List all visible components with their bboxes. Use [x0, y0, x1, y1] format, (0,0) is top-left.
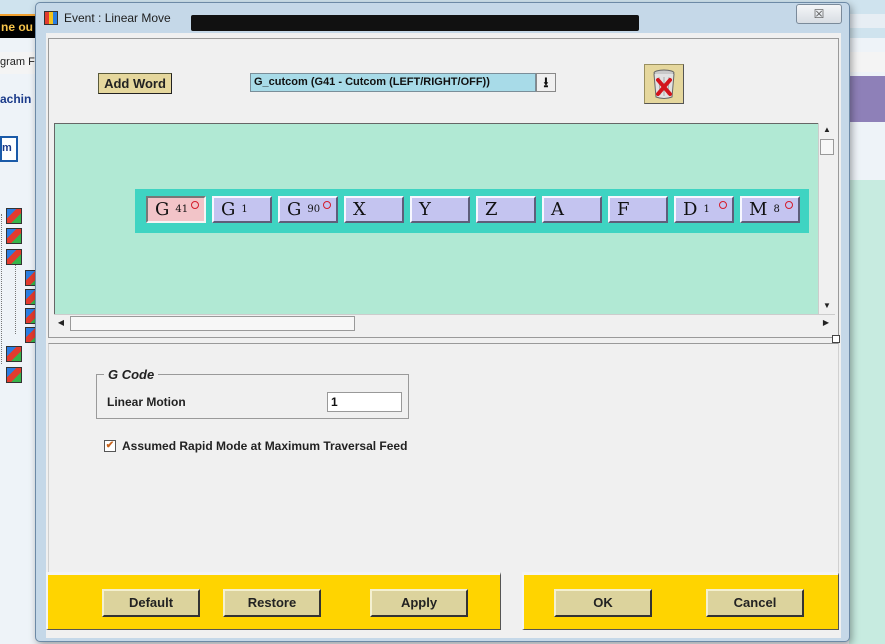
dialog-titlebar[interactable]: Event : Linear Move ☒ [36, 3, 849, 33]
tree-node-icon[interactable] [6, 346, 22, 362]
word-value: 90 [307, 204, 321, 215]
tree-node-icon[interactable] [6, 208, 22, 224]
word-letter: X [353, 199, 366, 220]
left-button-bar: Default Restore Apply [46, 572, 501, 630]
modal-indicator-icon [323, 201, 331, 209]
cancel-button[interactable]: Cancel [706, 589, 804, 617]
dialog-title: Event : Linear Move [64, 11, 171, 25]
word-letter: G [221, 199, 236, 220]
scroll-down-icon[interactable]: ▼ [819, 299, 835, 313]
background-menu: gram F [0, 52, 36, 74]
add-word-button[interactable]: Add Word [98, 73, 172, 94]
word-select[interactable]: G_cutcom (G41 - Cutcom (LEFT/RIGHT/OFF)) [250, 73, 536, 92]
redacted-title-area [191, 15, 639, 31]
word-tile[interactable]: G 90 [278, 196, 338, 223]
word-letter: G [155, 199, 170, 220]
vertical-scrollbar[interactable]: ▲ ▼ [818, 123, 835, 314]
vertical-scroll-thumb[interactable] [820, 139, 834, 155]
horizontal-scrollbar[interactable]: ◀ ▶ [54, 314, 835, 331]
delete-word-button[interactable] [644, 64, 684, 104]
word-strip: G 41 G 1 G 90 X Y Z A F D 1 M 8 [135, 189, 809, 233]
tree-node-icon[interactable] [6, 249, 22, 265]
close-icon: ☒ [813, 7, 825, 21]
close-button[interactable]: ☒ [796, 4, 842, 24]
linear-motion-label: Linear Motion [107, 395, 186, 409]
background-orange-tab: ne ou [0, 14, 36, 38]
scroll-left-icon[interactable]: ◀ [54, 315, 68, 331]
linear-motion-input[interactable]: 1 [327, 392, 402, 412]
linear-move-dialog: Event : Linear Move ☒ Add Word G_cutcom … [35, 2, 850, 642]
word-tile[interactable]: D1 [674, 196, 734, 223]
dropdown-arrow-icon[interactable]: ⭳ [536, 73, 556, 92]
word-value: 8 [773, 204, 780, 215]
apply-button[interactable]: Apply [370, 589, 468, 617]
modal-indicator-icon [785, 201, 793, 209]
word-value: 41 [175, 204, 189, 215]
word-tile[interactable]: A [542, 196, 602, 223]
word-tile[interactable]: F [608, 196, 668, 223]
tree-connector [1, 214, 2, 364]
word-letter: Z [485, 199, 498, 220]
background-right-panel [849, 76, 885, 122]
modal-indicator-icon [719, 201, 727, 209]
background-right-panel [849, 52, 885, 72]
trash-icon [653, 69, 675, 99]
word-tile[interactable]: G 41 [146, 196, 206, 223]
resize-handle[interactable] [832, 335, 840, 343]
word-value: 1 [241, 204, 248, 215]
scroll-right-icon[interactable]: ▶ [819, 315, 833, 331]
word-value: 1 [703, 204, 710, 215]
word-tile[interactable]: M8 [740, 196, 800, 223]
checkmark-icon: ✔ [105, 440, 115, 451]
ok-button[interactable]: OK [554, 589, 652, 617]
app-icon [44, 11, 58, 25]
default-button[interactable]: Default [102, 589, 200, 617]
background-right-panel [849, 180, 885, 644]
assumed-rapid-label[interactable]: Assumed Rapid Mode at Maximum Traversal … [122, 439, 407, 453]
word-letter: Y [419, 199, 431, 220]
background-machine-label: achin [0, 92, 32, 106]
modal-indicator-icon [191, 201, 199, 209]
gcode-group-legend: G Code [104, 367, 159, 382]
word-letter: F [617, 199, 630, 220]
word-tile[interactable]: X [344, 196, 404, 223]
right-button-bar: OK Cancel [522, 572, 839, 630]
word-tile[interactable]: Z [476, 196, 536, 223]
tree-node-icon[interactable] [6, 228, 22, 244]
horizontal-scroll-thumb[interactable] [70, 316, 355, 331]
word-letter: G [287, 199, 302, 220]
scroll-up-icon[interactable]: ▲ [819, 123, 835, 137]
restore-button[interactable]: Restore [223, 589, 321, 617]
background-tab[interactable]: m [0, 136, 18, 162]
dialog-client-area: Add Word G_cutcom (G41 - Cutcom (LEFT/RI… [46, 33, 841, 638]
word-letter: D [683, 199, 698, 220]
word-tile[interactable]: Y [410, 196, 470, 223]
assumed-rapid-checkbox[interactable]: ✔ [104, 440, 116, 452]
tree-node-icon[interactable] [6, 367, 22, 383]
word-letter: A [551, 199, 564, 220]
background-right-panel [849, 14, 885, 28]
tree-connector [15, 264, 16, 334]
word-letter: M [749, 199, 768, 220]
word-builder-frame: Add Word G_cutcom (G41 - Cutcom (LEFT/RI… [48, 38, 839, 338]
word-tile[interactable]: G1 [212, 196, 272, 223]
